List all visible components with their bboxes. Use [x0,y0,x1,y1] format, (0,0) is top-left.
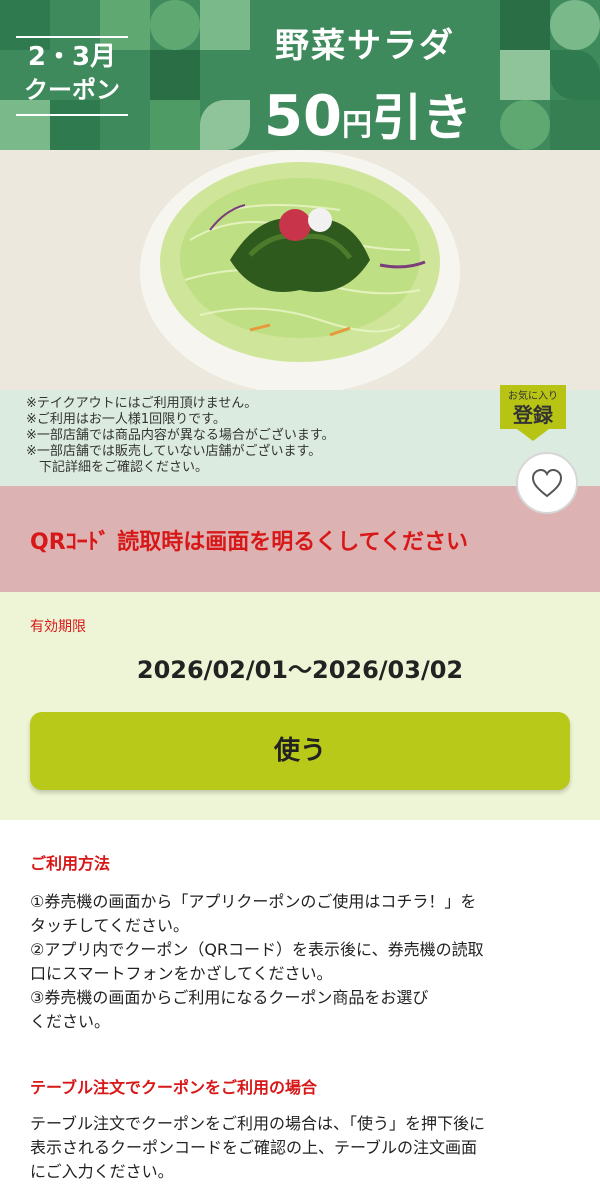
how-to-line: ①券売機の画面から「アプリクーポンのご使用はコチラ！」を [30,892,477,911]
pattern-tile [550,50,600,100]
use-coupon-button[interactable]: 使う [30,712,570,790]
validity-label: 有効期限 [30,619,86,635]
table-order-line: にご入力ください。 [30,1162,174,1181]
pattern-tile [150,50,200,100]
how-to-line: タッチしてください。 [30,916,190,935]
how-to-line: 口にスマートフォンをかざしてください。 [30,964,333,983]
product-title: 野菜サラダ [275,26,455,66]
how-to-line: ②アプリ内でクーポン（QRコード）を表示後に、券売機の読取 [30,940,484,959]
how-to-title: ご利用方法 [30,854,111,873]
table-order-title: テーブル注文でクーポンをご利用の場合 [30,1078,318,1097]
qr-notice-text: QRｺｰﾄﾞ 読取時は画面を明るくしてください [30,530,468,555]
pattern-tile [550,100,600,150]
coupon-banner: 2・3月 クーポン 野菜サラダ 50円引き [0,0,600,150]
table-order-body: テーブル注文でクーポンをご利用の場合は、「使う」を押下後に 表示されるクーポンコ… [30,1112,570,1184]
pattern-tile [550,0,600,50]
how-to-line: ③券売機の画面からご利用になるクーポン商品をお選び [30,988,429,1007]
period-badge: 2・3月 クーポン [16,36,128,116]
salad-bowl-illustration [140,150,460,390]
validity-range: 2026/02/01～2026/03/02 [136,656,464,684]
discount-price: 50円引き [248,78,488,150]
pattern-tile [200,0,250,50]
price-suffix: 引き [371,89,472,147]
table-order-line: 表示されるクーポンコードをご確認の上、テーブルの注文画面 [30,1138,478,1157]
pattern-tile [500,0,550,50]
qr-notice-band: QRｺｰﾄﾞ 読取時は画面を明るくしてください [0,486,600,592]
period-line2: クーポン [24,76,120,104]
price-yen: 円 [341,108,372,143]
favorite-register-tag: お気に入り 登録 [500,385,566,441]
pattern-tile [150,100,200,150]
price-number: 50 [264,84,342,149]
favorite-tag-large: 登録 [513,403,553,427]
table-order-line: テーブル注文でクーポンをご利用の場合は、「使う」を押下後に [30,1114,486,1133]
pattern-tile [200,100,250,150]
pattern-tile [500,50,550,100]
validity-section: 有効期限 2026/02/01～2026/03/02 使う [0,592,600,820]
heart-icon [531,468,563,498]
note-line: 下記詳細をご確認ください。 [26,460,209,475]
how-to-line: ください。 [30,1012,111,1031]
salad-photo [0,150,600,390]
period-line1: 2・3月 [27,42,117,72]
note-line: ※一部店舗では販売していない店舗がございます。 [26,444,322,459]
pattern-tile [500,100,550,150]
favorite-button[interactable] [516,452,578,514]
how-to-body: ①券売機の画面から「アプリクーポンのご使用はコチラ！」を タッチしてください。 … [30,890,570,1034]
pattern-tile [150,0,200,50]
